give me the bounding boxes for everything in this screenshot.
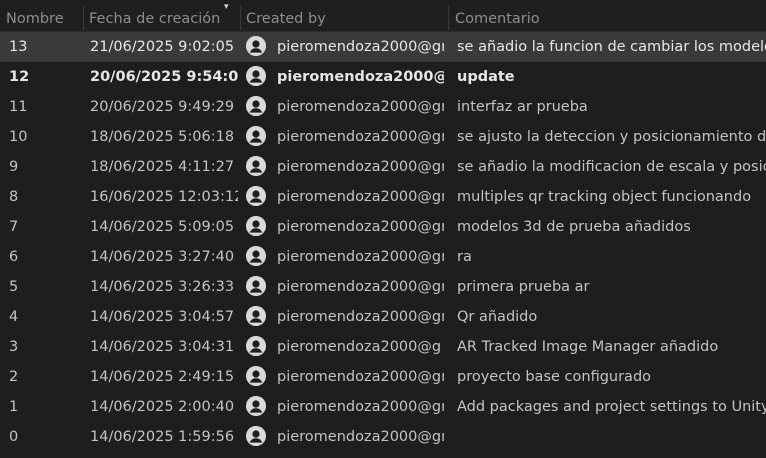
commit-comment: Add packages and project settings to Uni… [457, 399, 766, 415]
user-avatar-icon [246, 306, 268, 328]
table-row[interactable]: 6 14/06/2025 3:27:40 pieromendoza2000@gr ra [0, 242, 766, 272]
commit-comment: se añadio la funcion de cambiar los mode… [457, 39, 766, 55]
changeset-number: 2 [9, 369, 19, 385]
commit-comment: proyecto base configurado [457, 369, 652, 385]
created-by-user: pieromendoza2000@g [277, 69, 444, 85]
column-divider[interactable] [240, 6, 241, 30]
table-row[interactable]: 8 16/06/2025 12:03:12 pieromendoza2000@gr m… [0, 182, 766, 212]
table-row[interactable]: 0 14/06/2025 1:59:56 p pieromendoza2000@gr [0, 422, 766, 452]
commit-comment: ra [457, 249, 472, 265]
commit-comment: multiples qr tracking object funcionando [457, 189, 752, 205]
table-row[interactable]: 13 21/06/2025 9:02:05 pieromendoza2000@gr s… [0, 32, 766, 62]
creation-date: 14/06/2025 3:27:40 [90, 249, 235, 265]
created-by-user: pieromendoza2000@gr [277, 219, 444, 235]
user-avatar-icon [246, 396, 268, 418]
user-avatar-icon [246, 96, 268, 118]
user-avatar-icon [246, 126, 268, 148]
user-avatar-icon [246, 66, 268, 88]
created-by-user: pieromendoza2000@gr [277, 99, 444, 115]
commit-comment: Qr añadido [457, 309, 538, 325]
user-avatar-icon [246, 186, 268, 208]
changeset-table: Nombre Fecha de creación ▾ Created by Co… [0, 0, 766, 458]
created-by-user: pieromendoza2000@g [277, 339, 442, 355]
creation-date: 14/06/2025 2:00:40 [90, 399, 235, 415]
table-row[interactable]: 12 20/06/2025 9:54:09 pieromendoza2000@g up… [0, 62, 766, 92]
changeset-number: 4 [9, 309, 19, 325]
creation-date: 18/06/2025 5:06:18 p [90, 129, 238, 145]
creation-date: 21/06/2025 9:02:05 [90, 39, 235, 55]
created-by-user: pieromendoza2000@gr [277, 39, 444, 55]
creation-date: 14/06/2025 3:26:33 [90, 279, 235, 295]
table-header: Nombre Fecha de creación ▾ Created by Co… [0, 0, 766, 32]
commit-comment [457, 422, 766, 452]
user-avatar-icon [246, 36, 268, 58]
table-row[interactable]: 9 18/06/2025 4:11:27 a pieromendoza2000@gr… [0, 152, 766, 182]
table-body: 13 21/06/2025 9:02:05 pieromendoza2000@gr s… [0, 32, 766, 452]
user-avatar-icon [246, 156, 268, 178]
creation-date: 16/06/2025 12:03:12 [90, 189, 238, 205]
created-by-user: pieromendoza2000@gr [277, 189, 444, 205]
creation-date: 20/06/2025 9:49:29 [90, 99, 235, 115]
created-by-user: pieromendoza2000@gr [277, 249, 444, 265]
column-header-created-by[interactable]: Created by [246, 0, 446, 31]
changeset-number: 13 [9, 39, 28, 55]
created-by-user: pieromendoza2000@gr [277, 369, 444, 385]
changeset-number: 5 [9, 279, 19, 295]
changeset-number: 9 [9, 159, 19, 175]
table-row[interactable]: 5 14/06/2025 3:26:33 pieromendoza2000@gr pr… [0, 272, 766, 302]
changeset-number: 1 [9, 399, 19, 415]
column-divider[interactable] [83, 6, 84, 30]
created-by-user: pieromendoza2000@gr [277, 129, 444, 145]
user-avatar-icon [246, 336, 268, 358]
column-divider[interactable] [448, 6, 449, 30]
creation-date: 18/06/2025 4:11:27 a [90, 159, 238, 175]
commit-comment: se añadio la modificacion de escala y po… [457, 159, 766, 175]
changeset-number: 10 [9, 129, 28, 145]
changeset-number: 8 [9, 189, 19, 205]
created-by-user: pieromendoza2000@gr [277, 279, 444, 295]
created-by-user: pieromendoza2000@gr [277, 159, 444, 175]
table-row[interactable]: 11 20/06/2025 9:49:29 pieromendoza2000@gr i… [0, 92, 766, 122]
commit-comment: se ajusto la deteccion y posicionamiento… [457, 129, 766, 145]
user-avatar-icon [246, 426, 268, 448]
column-header-name[interactable]: Nombre [6, 0, 81, 31]
creation-date: 20/06/2025 9:54:09 [90, 69, 238, 85]
creation-date: 14/06/2025 1:59:56 p [90, 429, 238, 445]
created-by-user: pieromendoza2000@gr [277, 309, 444, 325]
table-row[interactable]: 4 14/06/2025 3:04:57 pieromendoza2000@gr Qr… [0, 302, 766, 332]
commit-comment: primera prueba ar [457, 279, 590, 295]
changeset-number: 3 [9, 339, 19, 355]
user-avatar-icon [246, 216, 268, 238]
commit-comment: interfaz ar prueba [457, 99, 588, 115]
user-avatar-icon [246, 246, 268, 268]
creation-date: 14/06/2025 5:09:05 [90, 219, 235, 235]
created-by-user: pieromendoza2000@gr [277, 429, 444, 445]
changeset-number: 11 [9, 99, 28, 115]
created-by-user: pieromendoza2000@gr [277, 399, 444, 415]
user-avatar-icon [246, 276, 268, 298]
creation-date: 14/06/2025 3:04:31 [90, 339, 235, 355]
table-row[interactable]: 3 14/06/2025 3:04:31 pieromendoza2000@g AR … [0, 332, 766, 362]
commit-comment: update [457, 69, 515, 85]
creation-date: 14/06/2025 2:49:15 p [90, 369, 238, 385]
changeset-number: 6 [9, 249, 19, 265]
creation-date: 14/06/2025 3:04:57 [90, 309, 235, 325]
sort-descending-icon[interactable]: ▾ [224, 2, 229, 12]
commit-comment: modelos 3d de prueba añadidos [457, 219, 691, 235]
table-row[interactable]: 1 14/06/2025 2:00:40 pieromendoza2000@gr Ad… [0, 392, 766, 422]
changeset-number: 7 [9, 219, 19, 235]
user-avatar-icon [246, 366, 268, 388]
commit-comment: AR Tracked Image Manager añadido [457, 339, 719, 355]
table-row[interactable]: 10 18/06/2025 5:06:18 p pieromendoza2000@g… [0, 122, 766, 152]
table-row[interactable]: 2 14/06/2025 2:49:15 p pieromendoza2000@gr… [0, 362, 766, 392]
column-header-comment[interactable]: Comentario [455, 0, 755, 31]
changeset-number: 0 [9, 429, 19, 445]
column-header-date[interactable]: Fecha de creación [89, 0, 224, 31]
changeset-number: 12 [9, 69, 30, 85]
table-row[interactable]: 7 14/06/2025 5:09:05 pieromendoza2000@gr mo… [0, 212, 766, 242]
